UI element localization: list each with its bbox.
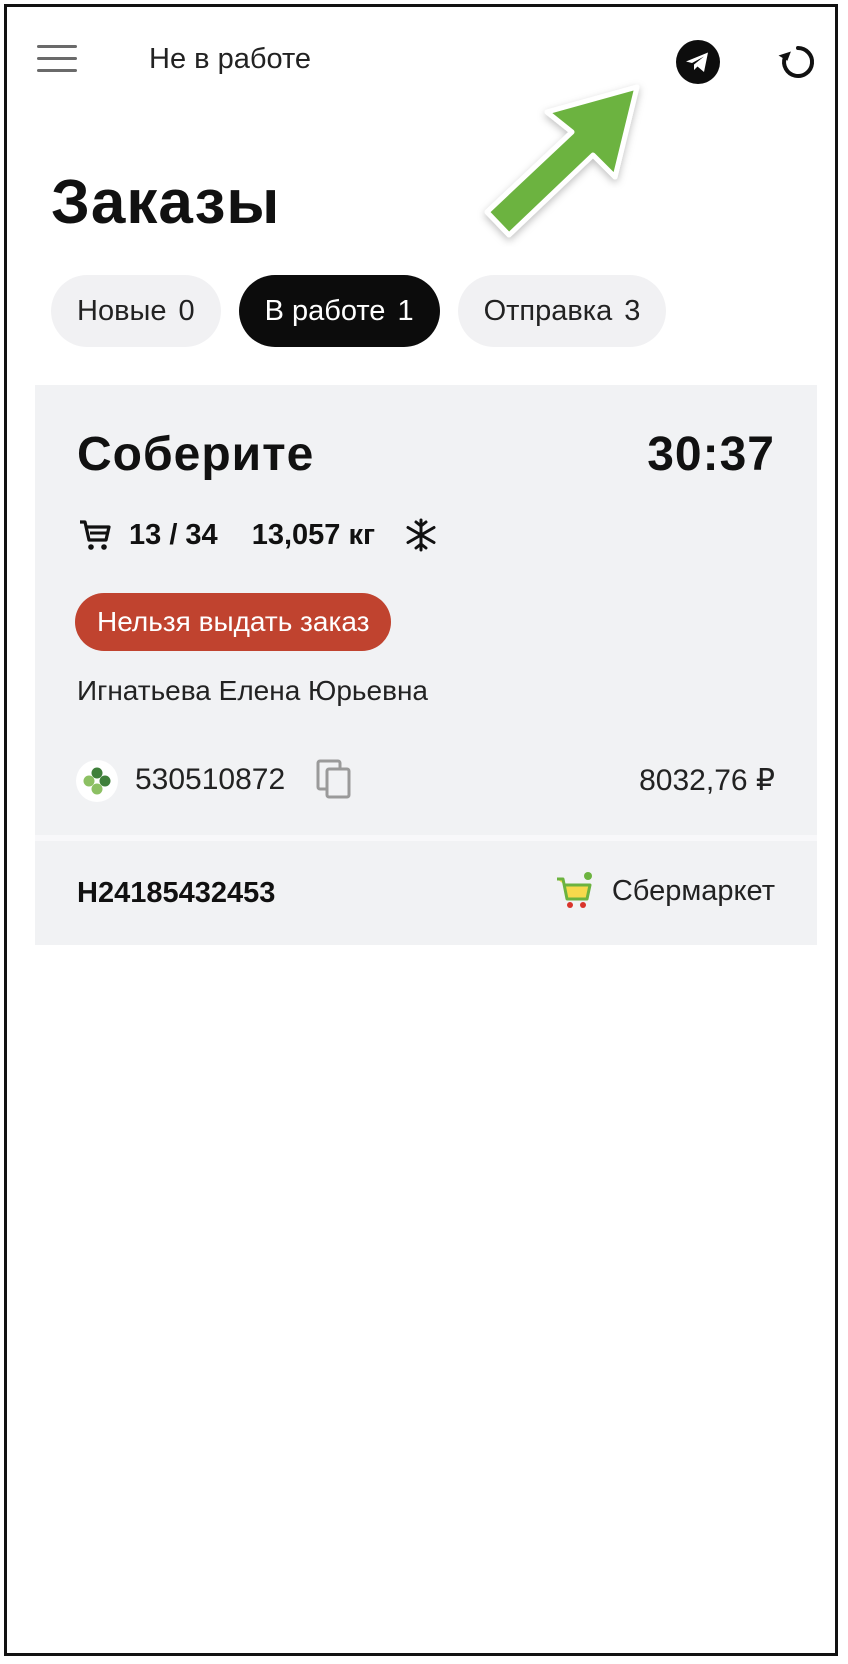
store-name: Сбермаркет (611, 874, 775, 907)
work-status-label[interactable]: Не в работе (149, 43, 311, 76)
tab-count: 0 (178, 294, 195, 327)
store-cart-icon (556, 872, 592, 908)
order-tabs: Новые 0 В работе 1 Отправка 3 (51, 275, 667, 347)
items-count: 13 / 34 (129, 518, 218, 551)
tab-count: 1 (397, 294, 414, 327)
shipment-id: H24185432453 (77, 877, 276, 909)
order-status-title: Соберите (77, 428, 315, 481)
warning-badge: Нельзя выдать заказ (75, 593, 392, 651)
order-weight: 13,057 кг (251, 518, 376, 551)
snowflake-icon (406, 518, 436, 552)
copy-icon[interactable] (313, 757, 359, 803)
page-title: Заказы (51, 168, 281, 237)
tab-new[interactable]: Новые 0 (51, 275, 221, 347)
clover-icon (76, 760, 118, 802)
tab-label: Отправка (483, 294, 613, 327)
app-screen: Не в работе Заказы Новые 0 В работе 1 От… (4, 4, 838, 1656)
tab-in-progress[interactable]: В работе 1 (238, 275, 440, 347)
order-stats: 13 / 34 13,057 кг (77, 517, 439, 553)
highlight-arrow-icon (484, 84, 640, 238)
top-bar: Не в работе (7, 7, 835, 117)
telegram-icon[interactable] (675, 39, 721, 85)
hamburger-menu-icon[interactable] (37, 45, 77, 75)
order-card-footer[interactable]: H24185432453 Сбермаркет (35, 841, 817, 945)
tab-count: 3 (624, 294, 641, 327)
order-number: 530510872 (135, 763, 286, 796)
tab-label: В работе (264, 294, 386, 327)
cart-icon (80, 520, 111, 550)
store-info: Сбермаркет (552, 869, 775, 913)
order-card[interactable]: Соберите 30:37 13 / 34 13,057 кг Нельзя … (35, 385, 817, 945)
customer-name: Игнатьева Елена Юрьевна (77, 675, 428, 706)
tab-label: Новые (77, 294, 167, 327)
order-card-main[interactable]: Соберите 30:37 13 / 34 13,057 кг Нельзя … (35, 385, 817, 835)
order-timer: 30:37 (647, 428, 775, 481)
refresh-icon[interactable] (775, 39, 821, 85)
order-number-row: 530510872 8032,76 ₽ (75, 757, 775, 805)
order-price: 8032,76 ₽ (639, 764, 775, 797)
tab-shipping[interactable]: Отправка 3 (457, 275, 667, 347)
